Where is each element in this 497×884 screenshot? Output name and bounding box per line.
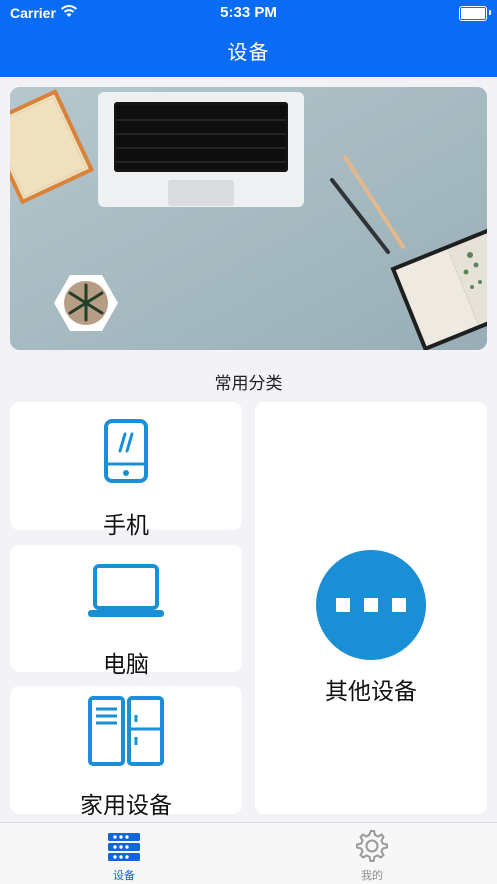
section-title: 常用分类 [214,374,283,394]
page-title: 设备 [227,40,270,64]
category-home-devices-label: 家用设备 [80,793,172,819]
tab-mine[interactable]: 我的 [248,823,496,884]
laptop-icon [87,563,165,623]
devices-icon [107,830,141,868]
tab-devices-label: 设备 [113,869,135,882]
category-home-devices-card[interactable]: 家用设备 [10,686,242,819]
clock-label: 5:33 PM [220,4,277,21]
category-computer-card[interactable]: 电脑 [10,545,242,678]
banner-image [10,87,487,350]
category-other-devices-label: 其他设备 [325,679,417,705]
tab-devices[interactable]: 设备 [0,823,248,884]
category-phone-label: 手机 [103,513,149,539]
navigation-bar: Carrier 5:33 PM 设备 [0,0,497,77]
phone-icon [103,418,149,488]
cabinet-icon [87,695,165,771]
more-dots-icon [315,549,427,665]
tab-mine-label: 我的 [361,869,383,882]
gear-icon [355,829,389,867]
category-computer-label: 电脑 [103,652,149,678]
battery-icon [459,6,487,21]
category-phone-card[interactable]: 手机 [10,402,242,539]
category-other-devices-card[interactable]: 其他设备 [255,402,487,814]
status-bar: Carrier 5:33 PM [0,0,497,26]
tab-bar: 设备 我的 [0,822,497,884]
